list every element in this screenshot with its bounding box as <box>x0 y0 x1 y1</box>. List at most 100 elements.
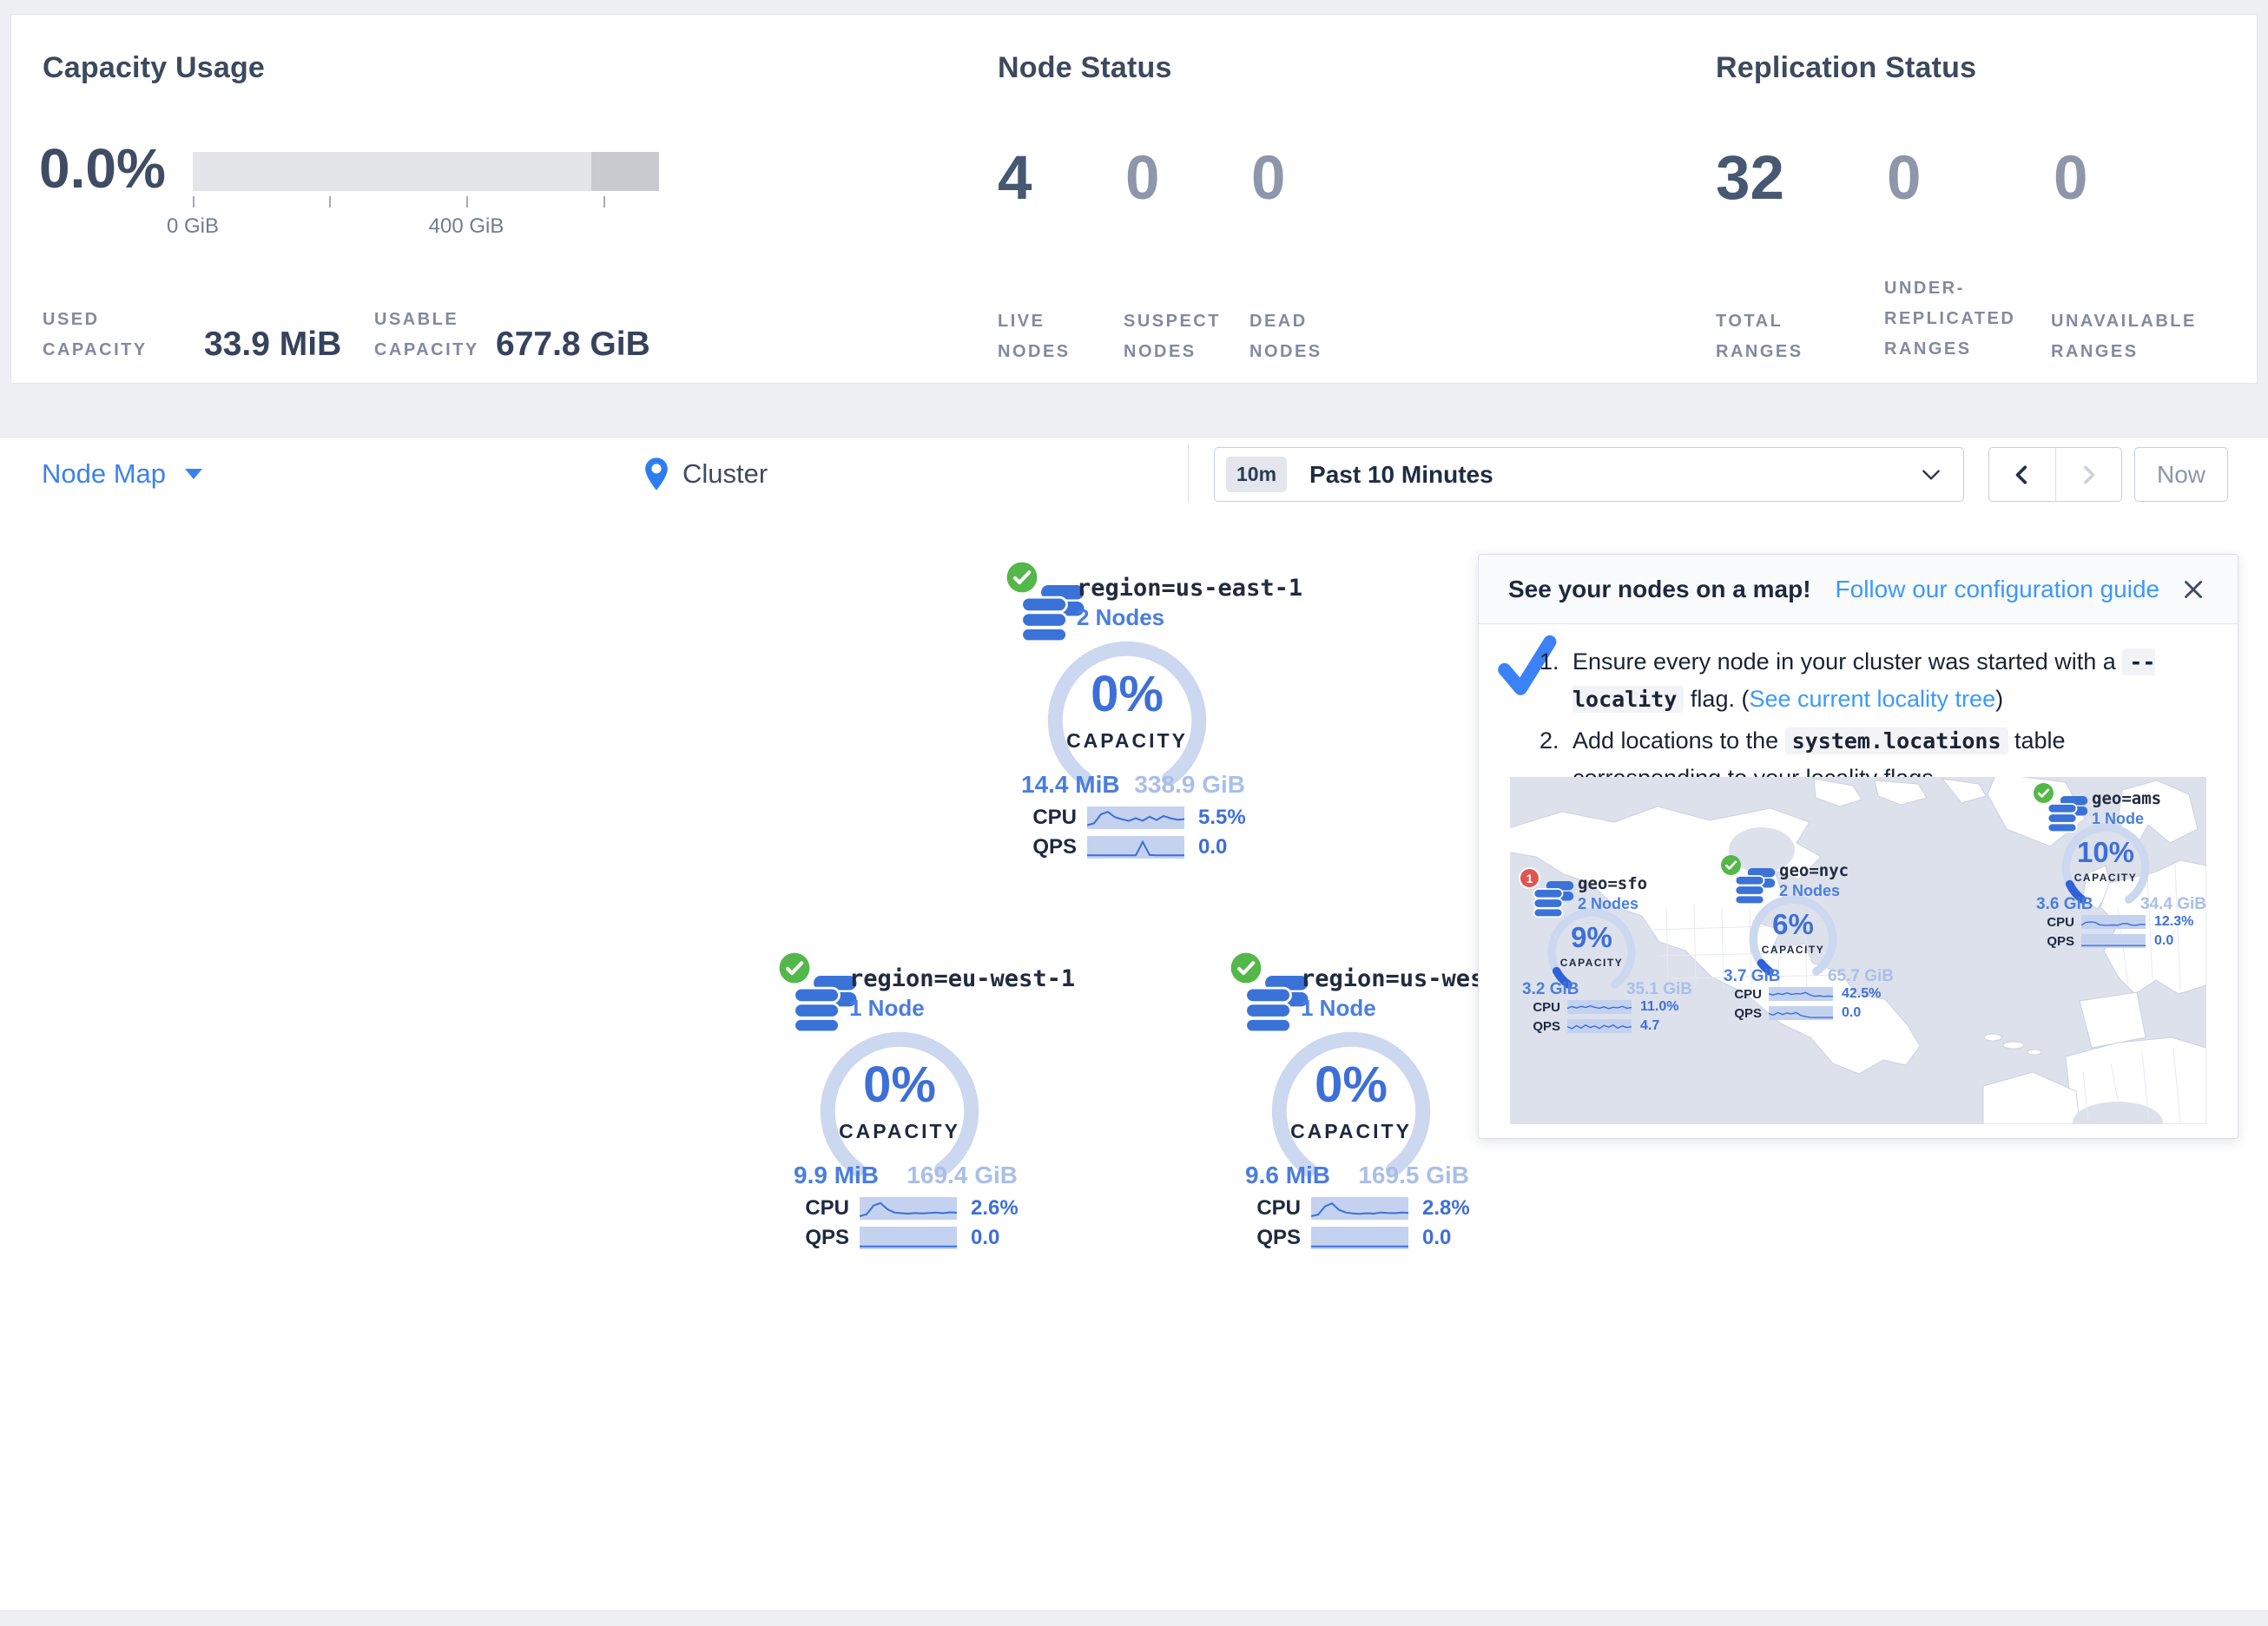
step-text: Ensure every node in your cluster was st… <box>1572 643 2182 717</box>
used-value: 9.9 MiB <box>794 1162 879 1189</box>
region-label: region=us-east-1 <box>1077 575 1302 602</box>
dead-nodes-label: DEAD NODES <box>1249 306 1345 367</box>
cpu-label: CPU <box>1720 987 1769 1002</box>
usable-value: 34.4 GiB <box>2140 895 2206 914</box>
under-replicated-count: 0 <box>1887 143 1922 214</box>
qps-label: QPS <box>776 1226 860 1250</box>
toolbar-divider <box>1188 444 1189 503</box>
time-back-button[interactable] <box>1989 448 2055 501</box>
popup-title: See your nodes on a map! <box>1508 576 1811 603</box>
nodes-icon <box>792 976 858 1033</box>
live-nodes-count: 4 <box>998 143 1032 214</box>
used-value: 3.6 GiB <box>2036 895 2093 914</box>
configuration-guide-link[interactable]: Follow our configuration guide <box>1836 576 2160 603</box>
cpu-label: CPU <box>1004 806 1087 830</box>
qps-value: 0.0 <box>1198 835 1227 859</box>
region-node-group: region=us-west-1 1 Node 0% CAPACITY 9.6 … <box>1207 946 1502 1246</box>
map-toolbar: Node Map Cluster 10m Past 10 Minutes <box>0 437 2268 510</box>
qps-sparkline <box>860 1227 957 1249</box>
cpu-label: CPU <box>1228 1196 1311 1221</box>
qps-value: 4.7 <box>1640 1018 1659 1034</box>
geo-label: geo=nyc <box>1779 861 1849 880</box>
used-value: 14.4 MiB <box>1021 771 1120 799</box>
node-status-title: Node Status <box>998 51 1172 85</box>
qps-sparkline <box>2081 934 2146 948</box>
dead-nodes-count: 0 <box>1251 143 1286 214</box>
total-ranges-count: 32 <box>1716 143 1784 214</box>
cluster-summary-bar: Capacity Usage 0.0% 0 GiB 400 GiB USED C… <box>10 14 2258 384</box>
capacity-percent: 0% <box>1269 1056 1433 1114</box>
capacity-label: CAPACITY <box>1748 944 1838 956</box>
total-ranges-label: TOTAL RANGES <box>1716 306 1829 367</box>
node-map-page: Capacity Usage 0.0% 0 GiB 400 GiB USED C… <box>0 0 2268 1625</box>
view-mode-dropdown[interactable]: Node Map <box>42 438 202 510</box>
geo-label: geo=sfo <box>1578 874 1647 893</box>
node-count-link[interactable]: 1 Node <box>849 995 925 1022</box>
cpu-value: 11.0% <box>1640 999 1678 1015</box>
now-button[interactable]: Now <box>2134 447 2228 502</box>
region-node-group: region=us-east-1 2 Nodes 0% CAPACITY 14.… <box>983 556 1278 855</box>
cpu-value: 42.5% <box>1842 986 1881 1002</box>
view-mode-label: Node Map <box>42 458 166 490</box>
used-capacity-value: 33.9 MiB <box>204 326 341 364</box>
unavailable-ranges-label: UNAVAILABLE RANGES <box>2051 306 2233 367</box>
qps-value: 0.0 <box>2154 933 2173 949</box>
live-nodes-label: LIVE NODES <box>998 306 1093 367</box>
time-pager <box>1988 447 2122 502</box>
cpu-sparkline <box>1087 806 1184 829</box>
qps-sparkline <box>1769 1006 1833 1020</box>
cpu-value: 5.5% <box>1198 806 1246 830</box>
breadcrumb[interactable]: Cluster <box>644 438 768 510</box>
popup-header: See your nodes on a map! Follow our conf… <box>1479 555 2238 624</box>
step-number: 1. <box>1539 643 1572 717</box>
capacity-percent: 10% <box>2060 836 2151 869</box>
chevron-down-icon <box>1920 464 1942 486</box>
cpu-label: CPU <box>2033 915 2081 930</box>
qps-label: QPS <box>2033 934 2081 949</box>
unavailable-ranges-count: 0 <box>2054 143 2088 214</box>
footer-strip <box>0 1610 2268 1626</box>
close-icon[interactable] <box>2179 575 2208 604</box>
usable-value: 35.1 GiB <box>1626 980 1692 999</box>
nodes-icon <box>1243 976 1309 1033</box>
cpu-value: 2.8% <box>1422 1196 1470 1221</box>
usable-value: 169.5 GiB <box>1358 1162 1469 1189</box>
cpu-label: CPU <box>1519 1000 1567 1015</box>
qps-label: QPS <box>1228 1226 1311 1250</box>
cpu-sparkline <box>1567 1000 1632 1014</box>
node-count-link[interactable]: 1 Node <box>1301 995 1376 1022</box>
time-forward-button[interactable] <box>2055 448 2122 501</box>
node-map-canvas: region=us-east-1 2 Nodes 0% CAPACITY 14.… <box>0 510 2268 1610</box>
cpu-sparkline <box>1769 987 1833 1001</box>
axis-tick <box>466 196 468 207</box>
capacity-usage-bar <box>193 152 659 191</box>
capacity-bar-reserved-segment <box>591 152 659 191</box>
capacity-label: CAPACITY <box>1269 1120 1433 1143</box>
used-value: 3.7 GiB <box>1724 967 1780 986</box>
chevron-right-icon <box>2077 462 2100 488</box>
geo-label: geo=ams <box>2092 789 2161 808</box>
under-replicated-label: UNDER-REPLICATED RANGES <box>1884 273 2049 365</box>
capacity-usage-title: Capacity Usage <box>43 51 265 85</box>
usable-value: 169.4 GiB <box>907 1162 1018 1189</box>
nodes-icon <box>1019 585 1085 642</box>
capacity-percent: 6% <box>1748 908 1838 941</box>
capacity-percent: 9% <box>1546 921 1637 954</box>
time-range-select[interactable]: 10m Past 10 Minutes <box>1214 447 1964 502</box>
capacity-percent: 0% <box>1045 665 1209 723</box>
axis-tick <box>193 196 194 207</box>
cpu-sparkline <box>2081 915 2146 929</box>
axis-tick-label: 400 GiB <box>429 214 504 239</box>
locality-tree-link[interactable]: See current locality tree <box>1749 686 1995 712</box>
usable-value: 338.9 GiB <box>1134 771 1245 799</box>
capacity-label: CAPACITY <box>818 1120 981 1143</box>
qps-label: QPS <box>1004 835 1087 859</box>
node-count-link[interactable]: 2 Nodes <box>1077 604 1164 631</box>
capacity-percent: 0% <box>818 1056 981 1114</box>
geo-node-group: geo=ams 1 Node 10% CAPACITY 3.6 GiB 34.4… <box>2031 779 2206 952</box>
qps-sparkline <box>1087 836 1184 859</box>
used-capacity-label: USED CAPACITY <box>43 305 181 365</box>
qps-value: 0.0 <box>1422 1226 1451 1250</box>
chevron-left-icon <box>2011 462 2034 488</box>
cpu-value: 2.6% <box>971 1196 1019 1221</box>
